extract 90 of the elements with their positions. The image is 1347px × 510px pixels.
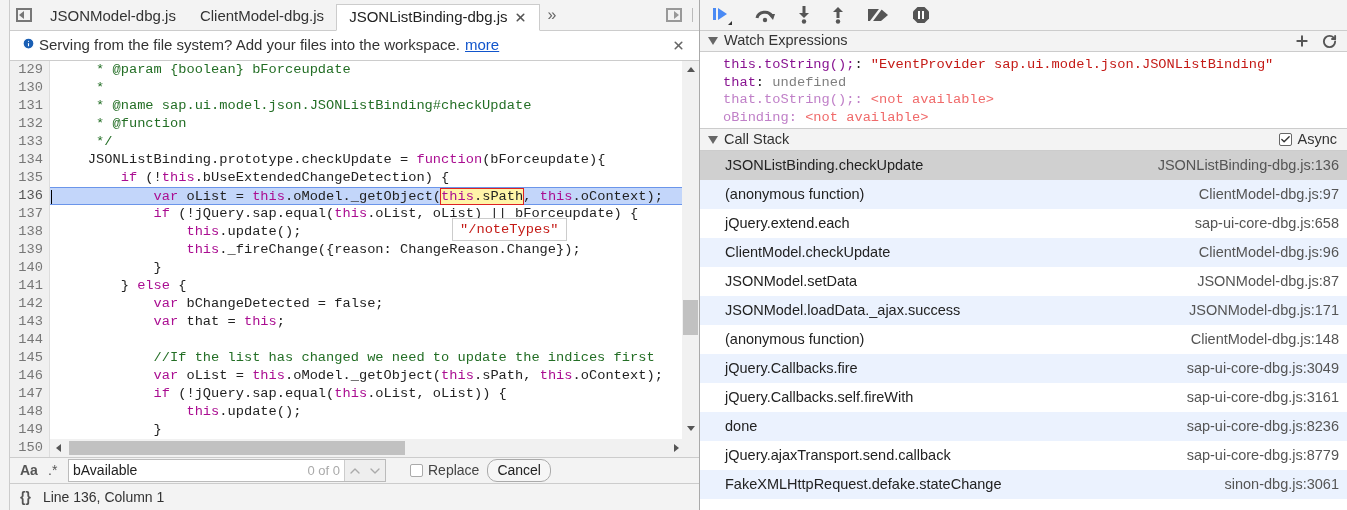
code-line: } xyxy=(152,421,162,440)
code-line: * @param {boolean} bForceupdate xyxy=(95,61,351,80)
watch-expression: that.toString();: <not available> xyxy=(723,91,996,109)
more-tabs[interactable]: » xyxy=(547,2,557,27)
line-number: 133 xyxy=(17,133,44,152)
code-line: */ xyxy=(95,133,113,152)
call-frame[interactable]: JSONListBinding.checkUpdate JSONListBinding-dbg.js:136 xyxy=(700,151,1347,180)
call-frame[interactable]: FakeXMLHttpRequest.defake.stateChange sinon-dbg.js:3061 xyxy=(700,470,1347,499)
line-number: 129 xyxy=(17,61,44,80)
sidebar-toggle-icon[interactable] xyxy=(16,7,32,22)
close-icon[interactable] xyxy=(672,39,685,53)
vertical-scrollbar[interactable] xyxy=(682,61,699,440)
resume-icon[interactable] xyxy=(712,5,732,25)
line-number: 134 xyxy=(17,151,44,170)
call-stack-header[interactable]: Call Stack Async xyxy=(700,128,1347,151)
watch-expressions-header[interactable]: Watch Expressions xyxy=(700,31,1347,52)
refresh-icon[interactable] xyxy=(1322,33,1337,49)
line-number: 141 xyxy=(17,277,44,296)
code-line: var bChangeDetected = false; xyxy=(152,295,384,314)
watch-expression: oBinding: <not available> xyxy=(723,108,930,126)
code-line: if (!this.bUseExtendedChangeDetection) { xyxy=(119,169,450,188)
close-icon[interactable] xyxy=(513,10,527,24)
match-case-toggle[interactable]: Aa xyxy=(20,460,42,482)
watch-expression: this.toString();: "EventProvider sap.ui.model.json.JSONListBinding" xyxy=(723,56,1275,74)
code-line: * xyxy=(95,79,105,98)
line-number: 150 xyxy=(17,439,44,458)
line-number: 136 xyxy=(17,187,44,206)
line-number: 149 xyxy=(17,421,44,440)
collapse-icon[interactable] xyxy=(708,37,718,45)
line-number: 143 xyxy=(17,313,44,332)
code-line: } else { xyxy=(119,277,187,296)
code-line: if (!jQuery.sap.equal(this.oList, oList)) { xyxy=(152,385,507,404)
info-message: Serving from the file system? Add your files into the workspace. xyxy=(39,35,461,56)
line-number: 142 xyxy=(17,295,44,314)
deactivate-breakpoints-icon[interactable] xyxy=(866,7,890,23)
line-number: 137 xyxy=(17,205,44,224)
watch-expression: that: undefined xyxy=(723,73,848,91)
call-frame[interactable]: JSONModel.loadData._ajax.success JSONModel-dbg.js:171 xyxy=(700,296,1347,325)
cursor-position: Line 136, Column 1 xyxy=(42,487,165,507)
info-icon xyxy=(22,37,35,51)
more-link[interactable]: more xyxy=(465,34,500,57)
search-box[interactable]: bAvailable 0 of 0 xyxy=(68,459,386,483)
line-number: 144 xyxy=(17,331,44,350)
checkbox[interactable] xyxy=(1278,133,1292,146)
call-frame[interactable]: (anonymous function) ClientModel-dbg.js:97 xyxy=(700,180,1347,209)
line-number: 135 xyxy=(17,169,44,188)
code-line: * @function xyxy=(95,115,187,134)
line-number: 140 xyxy=(17,259,44,278)
section-title: Call Stack xyxy=(724,129,790,149)
code-line: var that = this; xyxy=(152,313,285,332)
code-line: this.update(); xyxy=(185,403,302,422)
horizontal-scrollbar[interactable] xyxy=(50,439,699,458)
cancel-button[interactable]: Cancel xyxy=(487,459,551,483)
replace-label: Replace xyxy=(428,461,480,481)
line-number: 130 xyxy=(17,79,44,98)
pause-on-exceptions-icon[interactable] xyxy=(912,6,930,24)
call-frame[interactable]: done sap-ui-core-dbg.js:8236 xyxy=(700,412,1347,441)
code-line: this._fireChange({reason: ChangeReason.Change}); xyxy=(185,241,581,260)
debugger-toggle-icon[interactable] xyxy=(666,7,682,22)
section-title: Watch Expressions xyxy=(724,31,848,51)
collapse-icon[interactable] xyxy=(708,135,718,144)
checkbox[interactable] xyxy=(410,464,423,478)
line-number: 145 xyxy=(17,349,44,368)
code-line: var oList = this.oModel._getObject(this.sPath, this.oContext); xyxy=(152,367,663,386)
call-frame[interactable]: ClientModel.checkUpdate ClientModel-dbg.js:96 xyxy=(700,238,1347,267)
step-out-icon[interactable] xyxy=(832,6,844,24)
code-line: JSONListBinding.prototype.checkUpdate = function(bForceupdate){ xyxy=(86,151,606,170)
line-number: 148 xyxy=(17,403,44,422)
code-line: * @name sap.ui.model.json.JSONListBinding#checkUpdate xyxy=(95,97,532,116)
call-frame[interactable]: jQuery.Callbacks.fire sap-ui-core-dbg.js:3049 xyxy=(700,354,1347,383)
file-tab[interactable]: JSONModel-dbg.js xyxy=(38,2,188,30)
line-number: 147 xyxy=(17,385,44,404)
code-line: this.update(); xyxy=(185,223,302,242)
line-number: 131 xyxy=(17,97,44,116)
async-label: Async xyxy=(1297,129,1337,149)
add-icon[interactable] xyxy=(1294,33,1310,49)
code-line: } xyxy=(152,259,162,278)
step-into-icon[interactable] xyxy=(798,6,810,24)
line-number: 146 xyxy=(17,367,44,386)
pretty-print-button[interactable]: {} xyxy=(20,486,31,508)
file-tab[interactable]: JSONListBinding-dbg.js xyxy=(336,3,540,31)
line-number: 139 xyxy=(17,241,44,260)
line-number: 132 xyxy=(17,115,44,134)
file-tab[interactable]: ClientModel-dbg.js xyxy=(187,2,337,30)
line-number: 138 xyxy=(17,223,44,242)
code-line: //If the list has changed we need to update the indices first xyxy=(152,349,655,368)
search-field[interactable]: bAvailable xyxy=(69,460,308,482)
value-tooltip: "/noteTypes" xyxy=(452,218,567,242)
regex-toggle[interactable]: .* xyxy=(48,460,62,482)
match-count: 0 of 0 xyxy=(307,462,340,481)
